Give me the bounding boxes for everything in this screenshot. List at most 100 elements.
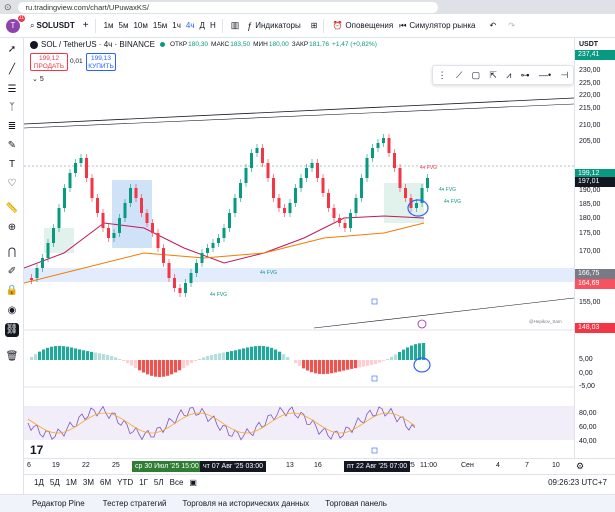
- buy-button[interactable]: 199,13 КУПИТЬ: [86, 53, 116, 71]
- redo-icon[interactable]: ↷: [508, 21, 515, 30]
- url-field[interactable]: ru.tradingview.com/chart/UPuwaxKS/: [17, 1, 438, 13]
- lock-drawing-icon[interactable]: ✐: [5, 265, 19, 279]
- histogram-bar: [386, 358, 390, 360]
- histogram-bar: [278, 351, 282, 360]
- sell-button[interactable]: 199,12 ПРОДАТЬ: [30, 53, 68, 71]
- fib-icon[interactable]: ≣: [5, 120, 19, 134]
- chart-pane[interactable]: 4ч FVG 4ч FVG 4ч FVG 4ч FVG 4ч FVG @Hepi…: [23, 38, 575, 458]
- tab-trading-panel[interactable]: Торговая панель: [325, 499, 387, 508]
- interval-10m[interactable]: 10м: [133, 21, 147, 30]
- circle-annotation[interactable]: [413, 357, 431, 373]
- currency-label[interactable]: USDT: [579, 41, 598, 48]
- price-tick: 175,00: [579, 230, 601, 237]
- range-ytd[interactable]: YTD: [117, 478, 133, 487]
- trend-line-tool-icon[interactable]: ⟋: [456, 70, 462, 81]
- price-axis[interactable]: USDT 235,00230,00225,00220,00215,00210,0…: [574, 38, 615, 458]
- candle: [338, 218, 341, 223]
- magnet-icon[interactable]: ⋂: [5, 246, 19, 260]
- anchor-handle[interactable]: [371, 375, 378, 382]
- histogram-bar: [214, 354, 218, 360]
- avatar[interactable]: T 11: [6, 14, 25, 33]
- lock-icon[interactable]: 🔒: [5, 284, 19, 298]
- indicators-count[interactable]: ⌄ 5: [32, 75, 44, 83]
- anchor-handle[interactable]: [371, 447, 378, 454]
- replay-icon[interactable]: ⏮: [399, 21, 406, 31]
- symbol-title[interactable]: SOL / TetherUS · 4ч · BINANCE: [41, 40, 155, 49]
- site-info-icon[interactable]: ⊙: [4, 2, 12, 13]
- candle: [211, 243, 215, 248]
- interval-w[interactable]: Н: [210, 21, 216, 30]
- interval-1m[interactable]: 1м: [104, 21, 114, 30]
- chart-canvas[interactable]: 4ч FVG 4ч FVG 4ч FVG 4ч FVG 4ч FVG @Hepi…: [23, 38, 575, 458]
- add-symbol-icon[interactable]: +: [83, 20, 89, 31]
- eye-icon[interactable]: ◉: [5, 304, 19, 318]
- time-tick: 25: [112, 462, 120, 469]
- histogram-bar: [282, 354, 286, 360]
- horizontal-lines-icon[interactable]: ☰: [5, 83, 19, 97]
- cursor-icon[interactable]: ➚: [5, 43, 19, 57]
- trash-icon[interactable]: 🗑: [5, 350, 19, 364]
- pitchfork-icon[interactable]: ᛉ: [5, 101, 19, 115]
- text-icon[interactable]: T: [5, 158, 19, 172]
- alerts-button[interactable]: Оповещения: [345, 21, 393, 30]
- ruler-icon[interactable]: 📏: [5, 202, 19, 216]
- range-1y[interactable]: 1Г: [139, 478, 148, 487]
- heart-icon[interactable]: ♡: [5, 177, 19, 191]
- anchor-handle[interactable]: [371, 298, 378, 305]
- brush-icon[interactable]: ✎: [5, 139, 19, 153]
- ray-tool-icon[interactable]: ⇱: [489, 70, 497, 81]
- trend-line-upper-2[interactable]: [23, 103, 575, 129]
- search-icon[interactable]: ⌕: [30, 21, 34, 31]
- time-axis[interactable]: 6 19 22 25 13 16 25 11:00 Сен 4 7 10 ср 30 Июл '25 1…: [24, 458, 615, 474]
- replay-button[interactable]: Симулятор рынка: [409, 21, 475, 30]
- candle: [96, 198, 99, 213]
- candle: [52, 228, 55, 243]
- settings-icon[interactable]: ⚙: [576, 461, 584, 472]
- drag-handle-icon[interactable]: ⋮: [438, 70, 447, 81]
- notification-badge: 11: [17, 14, 25, 22]
- measure-tool-icon[interactable]: ⊶: [521, 70, 530, 81]
- clock-label[interactable]: 09:26:23 UTC+7: [548, 478, 607, 487]
- indicators-icon[interactable]: ƒ: [247, 21, 252, 31]
- undo-icon[interactable]: ↶: [490, 21, 497, 30]
- range-1d[interactable]: 1Д: [34, 478, 44, 487]
- range-3m[interactable]: 3М: [83, 478, 94, 487]
- histogram-bar: [86, 351, 90, 360]
- candle: [299, 178, 303, 188]
- trend-line-icon[interactable]: ╱: [5, 63, 19, 77]
- zoom-icon[interactable]: ⊕: [5, 221, 19, 235]
- histogram-bar: [338, 360, 342, 372]
- link-icon[interactable]: ⛓: [5, 323, 19, 337]
- range-5d[interactable]: 5Д: [50, 478, 60, 487]
- interval-4h[interactable]: 4ч: [186, 21, 195, 30]
- candle: [228, 213, 231, 228]
- histogram-bar: [182, 360, 186, 368]
- chart-type-icon[interactable]: ▥: [231, 20, 240, 31]
- low-value: 180,00: [268, 41, 289, 48]
- histogram-bar: [70, 347, 74, 360]
- range-all[interactable]: Все: [170, 478, 184, 487]
- pattern-tool-icon[interactable]: ⩘: [506, 70, 511, 81]
- tab-bar-replay[interactable]: Торговля на исторических данных: [183, 499, 310, 508]
- horizontal-ray-icon[interactable]: —•: [539, 70, 551, 80]
- interval-5m[interactable]: 5м: [119, 21, 129, 30]
- calendar-icon[interactable]: ▣: [189, 478, 197, 487]
- symbol-search-button[interactable]: SOLUSDT: [36, 21, 74, 30]
- interval-15m[interactable]: 15м: [153, 21, 167, 30]
- range-6m[interactable]: 6М: [100, 478, 111, 487]
- replay-marker-icon[interactable]: [417, 319, 427, 329]
- alert-icon[interactable]: ⏰: [332, 21, 342, 30]
- trend-line-upper[interactable]: [23, 97, 575, 125]
- templates-icon[interactable]: ⊞: [311, 21, 318, 30]
- range-1m[interactable]: 1М: [66, 478, 77, 487]
- tab-pine-editor[interactable]: Редактор Pine: [32, 499, 85, 508]
- histogram-bar: [90, 351, 94, 360]
- interval-1h[interactable]: 1ч: [172, 21, 181, 30]
- more-icon[interactable]: ⊣: [560, 70, 568, 81]
- tab-strategy-tester[interactable]: Тестер стратегий: [103, 499, 167, 508]
- indicators-button[interactable]: Индикаторы: [255, 21, 300, 30]
- interval-d[interactable]: Д: [200, 21, 205, 30]
- rectangle-tool-icon[interactable]: ▢: [472, 70, 481, 81]
- time-crosshair-label: ср 30 Июл '25 15:00: [132, 461, 202, 472]
- range-5y[interactable]: 5Л: [154, 478, 164, 487]
